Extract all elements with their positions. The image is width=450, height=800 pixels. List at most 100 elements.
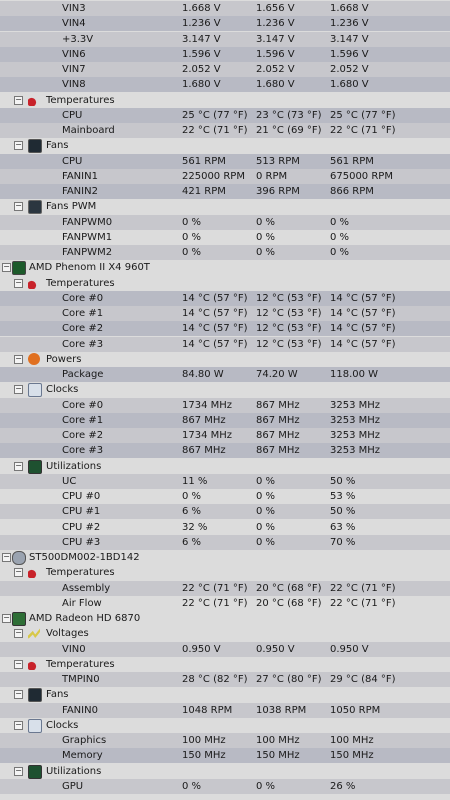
tree-group-row[interactable]: − AMD Phenom II X4 960T	[0, 260, 450, 276]
value-min: 12 °C (53 °F)	[256, 292, 322, 304]
collapse-toggle[interactable]: −	[14, 766, 23, 776]
sensor-row[interactable]: Memory 150 MHz 150 MHz 150 MHz	[0, 748, 450, 764]
value-max: 70 %	[330, 536, 356, 548]
tree-group-row[interactable]: − Fans	[0, 687, 450, 703]
sensor-row[interactable]: Mainboard 22 °C (71 °F) 21 °C (69 °F) 22 °C…	[0, 123, 450, 138]
sensor-row[interactable]: FANPWM2 0 % 0 % 0 %	[0, 245, 450, 260]
tree-group-row[interactable]: − Clocks	[0, 382, 450, 398]
value-current: 3.147 V	[182, 33, 221, 45]
value-max: 561 RPM	[330, 155, 374, 167]
sensor-row[interactable]: GPU 0 % 0 % 26 %	[0, 778, 450, 794]
tree-group-row[interactable]: − Clocks	[0, 718, 450, 733]
value-max: 0 %	[330, 231, 350, 243]
value-current: 22 °C (71 °F)	[182, 125, 248, 136]
sensor-row[interactable]: Core #1 867 MHz 867 MHz 3253 MHz	[0, 412, 450, 428]
collapse-toggle[interactable]: −	[14, 278, 23, 288]
tree-group-row[interactable]: − Utilizations	[0, 459, 450, 474]
value-min: 867 MHz	[256, 445, 300, 457]
collapse-toggle[interactable]: −	[14, 568, 23, 578]
tree-group-row[interactable]: − Temperatures	[0, 93, 450, 108]
collapse-toggle[interactable]: −	[2, 553, 11, 562]
collapse-toggle[interactable]: −	[14, 95, 23, 105]
sensor-row[interactable]: FANIN1 225000 RPM 0 RPM 675000 RPM	[0, 168, 450, 184]
sensor-row[interactable]: CPU #0 0 % 0 % 53 %	[0, 489, 450, 504]
collapse-toggle[interactable]: −	[14, 461, 23, 471]
sensor-row[interactable]: CPU #2 32 % 0 % 63 %	[0, 520, 450, 535]
sensor-label: ST500DM002-1BD142	[29, 552, 140, 563]
value-min: 21 °C (69 °F)	[256, 125, 322, 136]
tree-group-row[interactable]: − Powers	[0, 352, 450, 367]
sensor-row[interactable]: CPU 25 °C (77 °F) 23 °C (73 °F) 25 °C (77 °…	[0, 107, 450, 123]
value-current: 11 %	[182, 475, 208, 487]
sensor-row[interactable]: TMPIN0 28 °C (82 °F) 27 °C (80 °F) 29 °C (8…	[0, 672, 450, 687]
sensor-row[interactable]: +3.3V 3.147 V 3.147 V 3.147 V	[0, 31, 450, 47]
tree-group-row[interactable]: − Temperatures	[0, 657, 450, 672]
sensor-row[interactable]: Core #2 1734 MHz 867 MHz 3253 MHz	[0, 428, 450, 443]
collapse-toggle[interactable]: −	[14, 690, 23, 700]
sensor-row[interactable]: CPU #1 6 % 0 % 50 %	[0, 504, 450, 520]
sensor-row[interactable]: Core #2 14 °C (57 °F) 12 °C (53 °F) 14 °C (…	[0, 321, 450, 337]
thermometer-icon	[28, 276, 40, 289]
collapse-toggle[interactable]: −	[14, 141, 23, 151]
sensor-label: CPU	[62, 155, 83, 167]
sensor-row[interactable]: Core #3 867 MHz 867 MHz 3253 MHz	[0, 443, 450, 459]
value-max: 14 °C (57 °F)	[330, 338, 396, 350]
tree-group-row[interactable]: − Fans PWM	[0, 199, 450, 215]
collapse-toggle[interactable]: −	[14, 354, 23, 364]
tree-group-row[interactable]: − ST500DM002-1BD142	[0, 550, 450, 565]
sensor-row[interactable]: VIN3 1.668 V 1.656 V 1.668 V	[0, 1, 450, 16]
sensor-row[interactable]: FANPWM1 0 % 0 % 0 %	[0, 230, 450, 245]
value-min: 0 %	[256, 780, 276, 792]
voltage-icon	[28, 628, 40, 640]
sensor-row[interactable]: FANIN0 1048 RPM 1038 RPM 1050 RPM	[0, 702, 450, 718]
value-current: 0 %	[182, 216, 202, 228]
sensor-label: Core #2	[62, 430, 104, 441]
collapse-toggle[interactable]: −	[14, 385, 23, 395]
collapse-toggle[interactable]: −	[14, 659, 23, 669]
sensor-label: Core #3	[62, 445, 104, 457]
value-min: 1.656 V	[256, 3, 295, 14]
sensor-row[interactable]: VIN7 2.052 V 2.052 V 2.052 V	[0, 62, 450, 77]
sensor-row[interactable]: VIN6 1.596 V 1.596 V 1.596 V	[0, 46, 450, 62]
collapse-toggle[interactable]: −	[14, 202, 23, 212]
value-max: 0 %	[330, 247, 350, 258]
value-min: 1038 RPM	[256, 704, 307, 716]
value-max: 150 MHz	[330, 750, 374, 762]
tree-group-row[interactable]: − Fans	[0, 138, 450, 154]
sensor-row[interactable]: Core #3 14 °C (57 °F) 12 °C (53 °F) 14 °C (…	[0, 336, 450, 352]
sensor-row[interactable]: VIN8 1.680 V 1.680 V 1.680 V	[0, 77, 450, 93]
collapse-toggle[interactable]: −	[14, 720, 23, 730]
sensor-row[interactable]: Assembly 22 °C (71 °F) 20 °C (68 °F) 22 °C …	[0, 580, 450, 596]
sensor-row[interactable]: VIN0 0.950 V 0.950 V 0.950 V	[0, 641, 450, 657]
collapse-toggle[interactable]: −	[14, 629, 23, 639]
collapse-toggle[interactable]: −	[2, 263, 11, 273]
sensor-label: Powers	[46, 353, 82, 365]
tree-group-row[interactable]: − Voltages	[0, 626, 450, 641]
clock-icon	[28, 383, 42, 398]
value-max: 53 %	[330, 491, 356, 502]
sensor-row[interactable]: Core #0 14 °C (57 °F) 12 °C (53 °F) 14 °C (…	[0, 290, 450, 306]
tree-group-row[interactable]: − AMD Radeon HD 6870	[0, 611, 450, 626]
sensor-row[interactable]: VIN4 1.236 V 1.236 V 1.236 V	[0, 16, 450, 32]
sensor-row[interactable]: CPU 561 RPM 513 RPM 561 RPM	[0, 153, 450, 169]
sensor-row[interactable]: FANIN2 421 RPM 396 RPM 866 RPM	[0, 184, 450, 199]
collapse-toggle[interactable]: −	[2, 614, 11, 623]
sensor-row[interactable]: Air Flow 22 °C (71 °F) 20 °C (68 °F) 22 °C …	[0, 596, 450, 611]
sensor-row[interactable]: Graphics 100 MHz 100 MHz 100 MHz	[0, 733, 450, 748]
sensor-row[interactable]: UC 11 % 0 % 50 %	[0, 473, 450, 489]
sensor-row[interactable]: CPU #3 6 % 0 % 70 %	[0, 534, 450, 550]
sensor-row[interactable]: FANPWM0 0 % 0 % 0 %	[0, 214, 450, 230]
sensor-row[interactable]: Package 84.80 W 74.20 W 118.00 W	[0, 367, 450, 382]
sensor-label: Fans PWM	[46, 201, 97, 213]
tree-group-row[interactable]: − Temperatures	[0, 276, 450, 291]
tree-group-row[interactable]: − Temperatures	[0, 565, 450, 580]
value-max: 1050 RPM	[330, 704, 381, 716]
tree-group-row[interactable]: − Utilizations	[0, 764, 450, 779]
sensor-label: FANIN1	[62, 170, 98, 182]
sensor-label: Air Flow	[62, 597, 102, 609]
sensor-label: Graphics	[62, 735, 107, 746]
sensor-row[interactable]: Core #1 14 °C (57 °F) 12 °C (53 °F) 14 °C (…	[0, 306, 450, 321]
value-current: 1.236 V	[182, 18, 221, 30]
value-max: 26 %	[330, 780, 356, 792]
sensor-row[interactable]: Core #0 1734 MHz 867 MHz 3253 MHz	[0, 397, 450, 413]
